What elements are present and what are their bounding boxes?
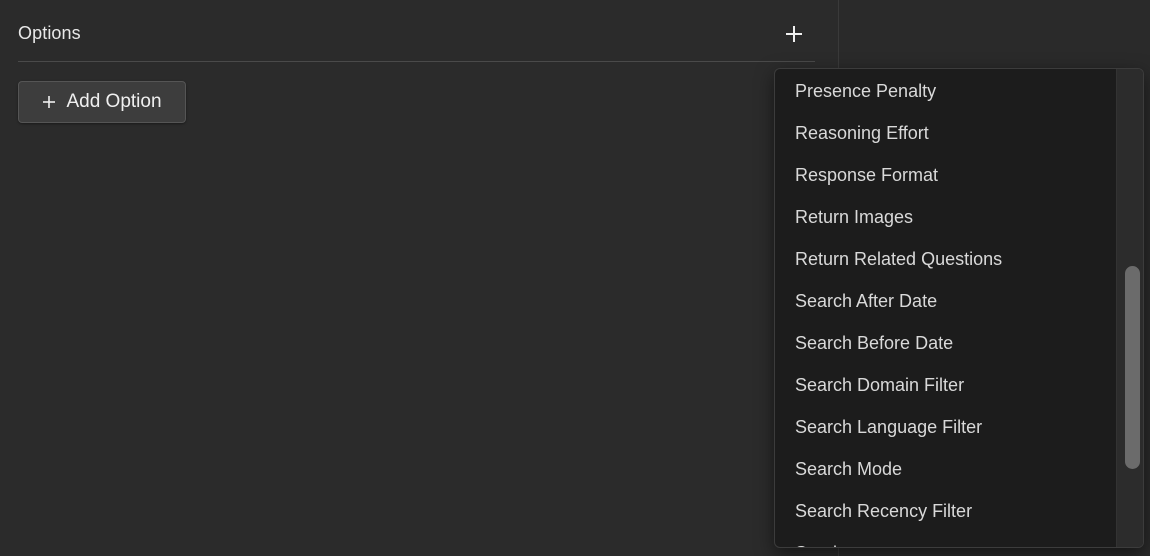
dropdown-item[interactable]: Presence Penalty [775, 70, 1115, 112]
dropdown-item[interactable]: Seed [775, 532, 1115, 548]
add-option-label: Add Option [66, 91, 162, 112]
dropdown-item[interactable]: Search Mode [775, 448, 1115, 490]
dropdown-items: Presence Penalty Reasoning Effort Respon… [775, 70, 1115, 548]
dropdown-item[interactable]: Response Format [775, 154, 1115, 196]
dropdown-item[interactable]: Reasoning Effort [775, 112, 1115, 154]
options-header: Options [18, 14, 815, 62]
options-panel: Options Add Option [0, 0, 838, 556]
dropdown-item[interactable]: Return Images [775, 196, 1115, 238]
dropdown-item[interactable]: Search After Date [775, 280, 1115, 322]
options-title: Options [18, 23, 81, 43]
add-option-button[interactable]: Add Option [18, 81, 186, 123]
dropdown-list: Presence Penalty Reasoning Effort Respon… [775, 69, 1115, 548]
add-option-header-button[interactable] [779, 19, 809, 49]
scrollbar-track[interactable] [1116, 69, 1143, 547]
plus-icon [42, 95, 56, 109]
dropdown-item[interactable]: Search Recency Filter [775, 490, 1115, 532]
dropdown-item[interactable]: Search Before Date [775, 322, 1115, 364]
page: Options Add Option Presence Penalty Reas… [0, 0, 1150, 556]
dropdown-item[interactable]: Search Language Filter [775, 406, 1115, 448]
plus-icon [786, 25, 802, 42]
option-dropdown: Presence Penalty Reasoning Effort Respon… [774, 68, 1144, 548]
dropdown-item[interactable]: Search Domain Filter [775, 364, 1115, 406]
dropdown-item[interactable]: Return Related Questions [775, 238, 1115, 280]
scrollbar-thumb[interactable] [1125, 266, 1140, 469]
